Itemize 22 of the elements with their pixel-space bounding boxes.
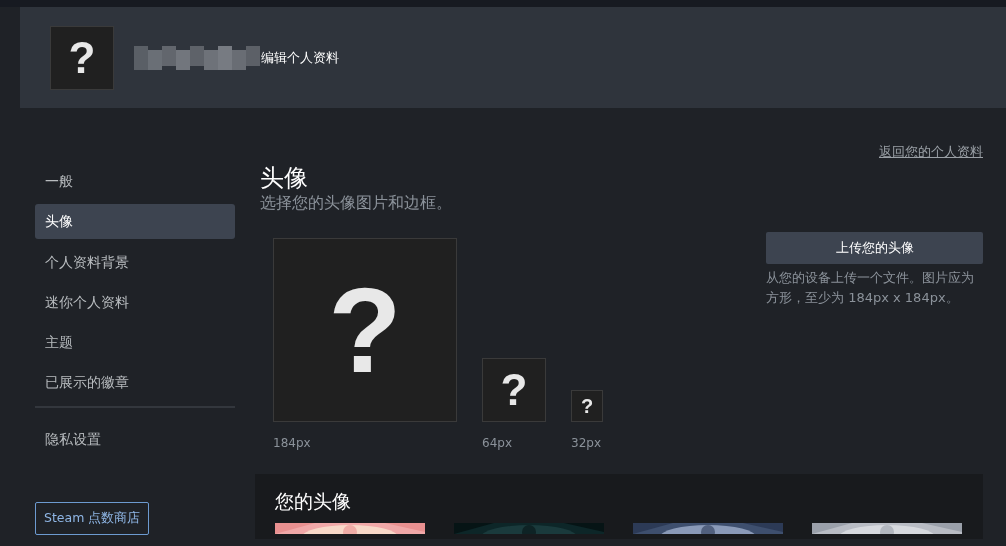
sidebar-item[interactable]: 一般 bbox=[35, 164, 235, 199]
size-label: 64px bbox=[482, 434, 513, 452]
edit-profile-link[interactable]: 编辑个人资料 bbox=[261, 47, 339, 68]
sidebar-item[interactable]: 隐私设置 bbox=[35, 421, 235, 456]
sidebar-item[interactable]: 主题 bbox=[35, 325, 235, 360]
avatar-preview: ? bbox=[482, 357, 546, 422]
upload-avatar-button[interactable]: 上传您的头像 bbox=[766, 231, 983, 264]
sidebar-item[interactable]: 已展示的徽章 bbox=[35, 365, 235, 400]
size-label: 184px bbox=[273, 434, 312, 452]
profile-avatar[interactable]: ? bbox=[50, 25, 114, 90]
avatar-preview: ? bbox=[571, 389, 603, 422]
sidebar-item[interactable]: 迷你个人资料 bbox=[35, 284, 235, 319]
upload-help-text: 从您的设备上传一个文件。图片应为方形，至少为 184px x 184px。 bbox=[766, 268, 975, 307]
sidebar-item[interactable]: 个人资料背景 bbox=[35, 244, 235, 279]
page-subtitle: 选择您的头像图片和边框。 bbox=[260, 193, 453, 215]
section-title: 您的头像 bbox=[275, 489, 352, 513]
avatar-preview: ? bbox=[273, 237, 457, 422]
size-label: 32px bbox=[571, 434, 602, 452]
store-button[interactable]: Steam 点数商店 bbox=[35, 501, 150, 535]
sidebar-item[interactable]: 头像 bbox=[35, 204, 235, 239]
page-title: 头像 bbox=[260, 163, 309, 193]
back-to-profile-link[interactable]: 返回您的个人资料 bbox=[879, 142, 983, 162]
